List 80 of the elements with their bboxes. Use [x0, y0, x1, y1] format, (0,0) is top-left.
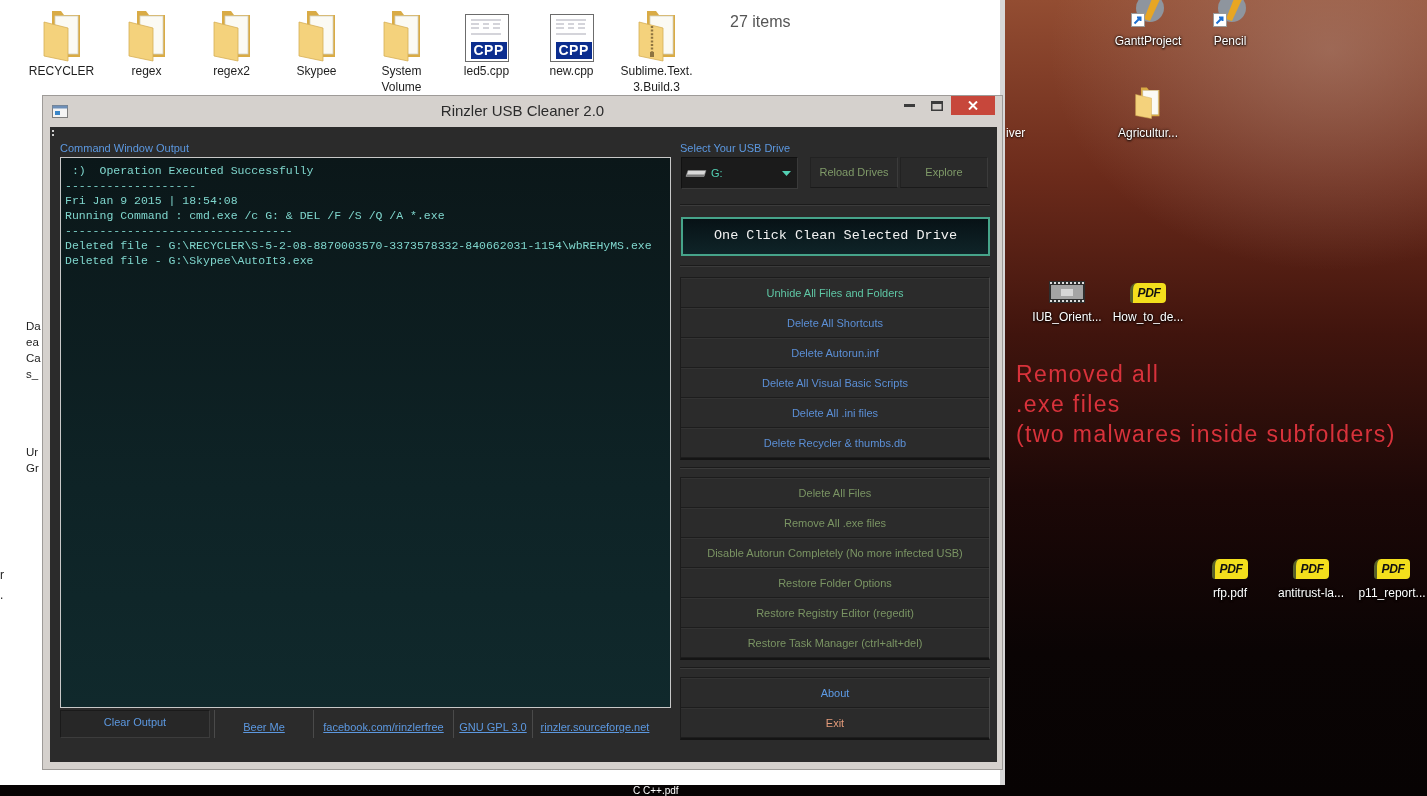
close-button[interactable]: [951, 96, 995, 115]
action-button[interactable]: Restore Folder Options: [681, 568, 989, 598]
desktop-icon-label[interactable]: antitrust-la...: [1278, 585, 1344, 601]
footer-link[interactable]: facebook.com/rinzlerfree: [323, 721, 444, 734]
action-button[interactable]: Delete Autorun.inf: [681, 338, 989, 368]
desktop-icon-label[interactable]: rfp.pdf: [1213, 585, 1247, 601]
maximize-icon: [931, 100, 943, 111]
cut-off-file-label[interactable]: Da ea Ca s_: [26, 318, 41, 382]
minimize-icon: [903, 104, 915, 107]
output-line: ---------------------------------: [65, 223, 293, 238]
app-shortcut-icon: [1213, 0, 1247, 27]
action-button[interactable]: Delete All Visual Basic Scripts: [681, 368, 989, 398]
text-fragment: .: [0, 588, 4, 602]
action-button[interactable]: Delete Recycler & thumbs.db: [681, 428, 989, 458]
folder-icon: [212, 10, 251, 62]
text-fragment: r: [0, 568, 4, 582]
output-line: Deleted file - G:\RECYCLER\S-5-2-08-8870003570-3373578332-840662031-1154\wbREHyMS.exe: [65, 238, 652, 253]
window-title: Rinzler USB Cleaner 2.0: [440, 101, 605, 122]
action-button[interactable]: Restore Registry Editor (regedit): [681, 598, 989, 628]
close-icon: [968, 101, 978, 110]
output-line: Deleted file - G:\Skypee\AutoIt3.exe: [65, 253, 314, 268]
pdf-logo: PDF: [1130, 283, 1166, 303]
cut-off-icon-label[interactable]: iver: [1006, 125, 1026, 141]
folder-icon: [297, 10, 336, 62]
file-label[interactable]: new.cpp: [549, 63, 594, 79]
folder-icon: [42, 10, 81, 62]
action-button[interactable]: Restore Task Manager (ctrl+alt+del): [681, 628, 989, 658]
output-line: :) Operation Executed Successfully: [70, 163, 314, 178]
output-line: Fri Jan 9 2015 | 18:54:08: [65, 193, 238, 208]
action-button[interactable]: Delete All Files: [681, 478, 989, 508]
file-label[interactable]: System Volume: [364, 63, 439, 95]
caret-icon: [782, 170, 791, 176]
output-line: -------------------: [65, 178, 197, 193]
desktop-icon-label[interactable]: Pencil: [1213, 33, 1247, 49]
drive-select[interactable]: G:: [681, 157, 798, 189]
file-type-label: CPP: [469, 41, 508, 60]
drive-icon: [685, 168, 707, 178]
file-type-label: CPP: [554, 41, 593, 60]
action-button[interactable]: Delete All .ini files: [681, 398, 989, 428]
footer-link[interactable]: GNU GPL 3.0: [459, 721, 527, 734]
action-button[interactable]: Unhide All Files and Folders: [681, 278, 989, 308]
desktop-icon-label[interactable]: GanttProject: [1114, 33, 1182, 49]
one-click-clean-button[interactable]: One Click Clean Selected Drive: [681, 217, 990, 256]
zipped-folder-icon: [637, 10, 676, 62]
drive-action-button[interactable]: Explore: [900, 157, 988, 188]
action-button[interactable]: Exit: [681, 708, 989, 738]
clear-output-button[interactable]: Clear Output: [60, 710, 210, 738]
desktop-icon-label[interactable]: How_to_de...: [1112, 309, 1184, 325]
file-label[interactable]: Skypee: [296, 63, 337, 79]
file-label[interactable]: RECYCLER: [28, 63, 95, 79]
video-thumbnail-icon: [1049, 281, 1085, 303]
folder-icon: [382, 10, 421, 62]
action-button[interactable]: Disable Autorun Completely (No more infected USB): [681, 538, 989, 568]
desktop-icon-label[interactable]: p11_report...: [1358, 585, 1426, 601]
action-button[interactable]: Remove All .exe files: [681, 508, 989, 538]
desktop-icon-label[interactable]: IUB_Orient...: [1032, 309, 1102, 325]
file-label[interactable]: regex: [131, 63, 162, 79]
app-shortcut-icon: [1131, 0, 1165, 27]
pdf-logo: PDF: [1374, 559, 1410, 579]
desktop-icon-label[interactable]: C C++.pdf: [633, 785, 679, 796]
action-button[interactable]: About: [681, 678, 989, 708]
app-icon: [52, 105, 68, 118]
file-label[interactable]: Sublime.Text.3.Build.3: [619, 63, 694, 95]
drive-action-button[interactable]: Reload Drives: [810, 157, 898, 188]
footer-link[interactable]: Beer Me: [243, 721, 285, 734]
file-label[interactable]: led5.cpp: [463, 63, 510, 79]
pdf-logo: PDF: [1293, 559, 1329, 579]
folder-icon: [1135, 87, 1161, 119]
footer-link[interactable]: rinzler.sourceforge.net: [540, 721, 650, 734]
cut-off-file-label[interactable]: Ur Gr: [26, 444, 39, 476]
output-label: Command Window Output: [60, 141, 189, 155]
output-line: Running Command : cmd.exe /c G: & DEL /F /S /Q /A *.exe: [65, 208, 445, 223]
folder-icon: [127, 10, 166, 62]
annotation-text: Removed all .exe files (two malwares inside subfolders): [1016, 360, 1396, 449]
pdf-logo: PDF: [1212, 559, 1248, 579]
action-button[interactable]: Delete All Shortcuts: [681, 308, 989, 338]
desktop-icon-label[interactable]: Agricultur...: [1118, 125, 1178, 141]
drive-select-label: Select Your USB Drive: [680, 141, 791, 155]
item-count: 27 items: [730, 12, 791, 32]
file-label[interactable]: regex2: [213, 63, 250, 79]
